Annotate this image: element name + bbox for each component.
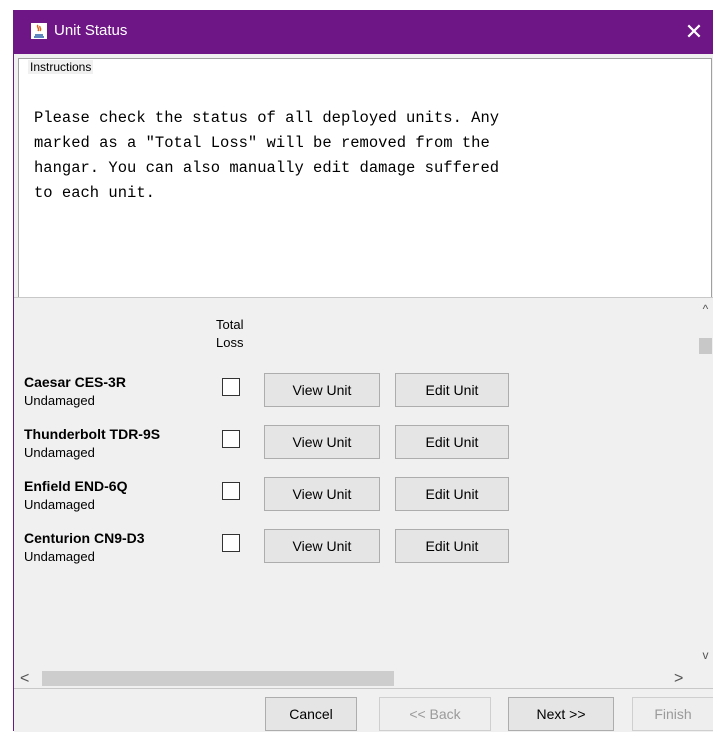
view-unit-button[interactable]: View Unit	[264, 477, 380, 511]
unit-row: Enfield END-6Q Undamaged View Unit Edit …	[24, 477, 544, 530]
title-bar[interactable]: Unit Status ✕	[14, 10, 713, 54]
horizontal-scroll-thumb[interactable]	[42, 671, 394, 686]
scroll-down-icon[interactable]: v	[697, 648, 713, 664]
unit-row: Centurion CN9-D3 Undamaged View Unit Edi…	[24, 529, 544, 582]
unit-name: Centurion CN9-D3	[24, 530, 145, 546]
vertical-scrollbar[interactable]: ^ v	[697, 298, 713, 668]
unit-status: Undamaged	[24, 497, 95, 512]
horizontal-scrollbar[interactable]: < >	[14, 668, 713, 689]
java-app-icon	[31, 23, 47, 39]
unit-name: Thunderbolt TDR-9S	[24, 426, 161, 442]
instructions-legend: Instructions	[28, 60, 94, 74]
unit-name: Enfield END-6Q	[24, 478, 128, 494]
scroll-left-icon[interactable]: <	[20, 668, 36, 689]
edit-unit-button[interactable]: Edit Unit	[395, 477, 509, 511]
wizard-footer: Cancel << Back Next >> Finish	[14, 688, 713, 732]
back-button[interactable]: << Back	[379, 697, 491, 731]
unit-status: Undamaged	[24, 393, 95, 408]
view-unit-button[interactable]: View Unit	[264, 425, 380, 459]
edit-unit-button[interactable]: Edit Unit	[395, 425, 509, 459]
vertical-scroll-thumb[interactable]	[699, 338, 712, 354]
close-icon: ✕	[684, 19, 704, 44]
next-button[interactable]: Next >>	[508, 697, 614, 731]
total-loss-checkbox[interactable]	[222, 534, 240, 552]
unit-status-dialog: Unit Status ✕ Instructions Please check …	[13, 10, 713, 732]
total-loss-checkbox[interactable]	[222, 482, 240, 500]
unit-status: Undamaged	[24, 445, 95, 460]
cancel-button[interactable]: Cancel	[265, 697, 357, 731]
edit-unit-button[interactable]: Edit Unit	[395, 529, 509, 563]
finish-button[interactable]: Finish	[632, 697, 713, 731]
total-loss-header: Total Loss	[216, 317, 244, 350]
instructions-text: Please check the status of all deployed …	[34, 109, 500, 202]
unit-status: Undamaged	[24, 549, 95, 564]
window-title: Unit Status	[54, 22, 128, 39]
total-loss-checkbox[interactable]	[222, 378, 240, 396]
view-unit-button[interactable]: View Unit	[264, 529, 380, 563]
unit-row: Thunderbolt TDR-9S Undamaged View Unit E…	[24, 425, 544, 478]
edit-unit-button[interactable]: Edit Unit	[395, 373, 509, 407]
view-unit-button[interactable]: View Unit	[264, 373, 380, 407]
unit-list-scroll-area[interactable]: Total Loss Caesar CES-3R Undamaged View …	[14, 297, 713, 689]
close-button[interactable]: ✕	[674, 10, 713, 54]
unit-row: Caesar CES-3R Undamaged View Unit Edit U…	[24, 373, 544, 426]
total-loss-checkbox[interactable]	[222, 430, 240, 448]
scroll-right-icon[interactable]: >	[674, 668, 690, 689]
unit-name: Caesar CES-3R	[24, 374, 126, 390]
scroll-up-icon[interactable]: ^	[697, 302, 713, 318]
